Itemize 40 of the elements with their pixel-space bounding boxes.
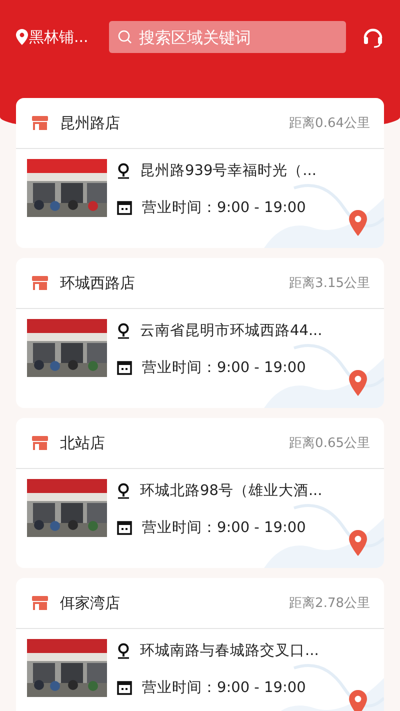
opening-hours: 营业时间：9:00 - 19:00 (142, 679, 306, 697)
calendar-icon (117, 360, 132, 375)
store-card[interactable]: 环城西路店 距离3.15公里 云南省昆明市环城西路44... 营业时间：9:00 - 19:00 (16, 258, 384, 408)
location-pin-icon (117, 642, 130, 658)
location-pin-icon (117, 482, 130, 498)
opening-hours: 营业时间：9:00 - 19:00 (142, 199, 306, 217)
store-name: 佴家湾店 (60, 594, 121, 612)
distance-label: 距离2.78公里 (289, 595, 370, 612)
store-card[interactable]: 佴家湾店 距离2.78公里 环城南路与春城路交叉口... 营业时间：9:00 - 19:00 (16, 578, 384, 711)
store-name: 昆州路店 (60, 114, 121, 132)
distance-label: 距离3.15公里 (289, 275, 370, 292)
map-pin-icon[interactable] (348, 370, 368, 396)
shop-icon (32, 116, 48, 130)
shop-icon (32, 436, 48, 450)
store-address: 昆州路939号幸福时光（... (140, 162, 317, 180)
search-icon (118, 30, 132, 44)
calendar-icon (117, 200, 132, 215)
store-card[interactable]: 北站店 距离0.65公里 环城北路98号（雄业大酒... 营业时间：9:00 - 19:00 (16, 418, 384, 568)
calendar-icon (117, 520, 132, 535)
opening-hours: 营业时间：9:00 - 19:00 (142, 519, 306, 537)
store-name: 环城西路店 (60, 274, 136, 292)
location-pin-icon (117, 322, 130, 338)
distance-label: 距离0.64公里 (289, 115, 370, 132)
store-address: 云南省昆明市环城西路44... (140, 322, 322, 340)
map-pin-icon[interactable] (348, 690, 368, 711)
opening-hours: 营业时间：9:00 - 19:00 (142, 359, 306, 377)
store-address: 环城北路98号（雄业大酒... (140, 482, 322, 500)
shop-icon (32, 276, 48, 290)
map-pin-icon[interactable] (348, 530, 368, 556)
distance-label: 距离0.65公里 (289, 435, 370, 452)
shop-icon (32, 596, 48, 610)
map-pin-icon[interactable] (348, 210, 368, 236)
location-label[interactable]: 黑林铺... (29, 28, 88, 46)
store-name: 北站店 (60, 434, 106, 452)
store-card[interactable]: 昆州路店 距离0.64公里 昆州路939号幸福时光（... 营业时间：9:00 - 19:00 (16, 98, 384, 248)
store-address: 环城南路与春城路交叉口... (140, 642, 319, 660)
location-pin-icon (16, 29, 28, 45)
calendar-icon (117, 680, 132, 695)
location-pin-icon (117, 162, 130, 178)
headset-icon[interactable] (362, 26, 384, 48)
